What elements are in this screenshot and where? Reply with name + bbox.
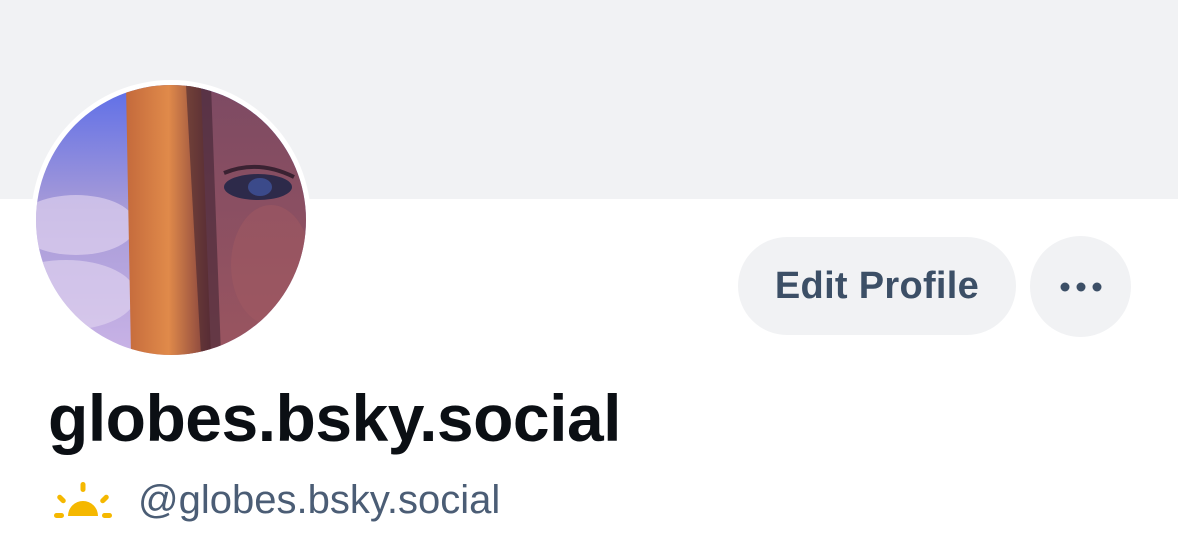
profile-header: Edit Profile globes.bsky.social @globes.… xyxy=(0,0,1178,549)
ellipsis-icon xyxy=(1060,282,1101,291)
handle-row: @globes.bsky.social xyxy=(50,472,500,528)
avatar[interactable] xyxy=(36,85,306,355)
edit-profile-label: Edit Profile xyxy=(774,264,980,307)
edit-profile-button[interactable]: Edit Profile xyxy=(738,237,1016,335)
display-name: globes.bsky.social xyxy=(48,381,622,455)
more-options-button[interactable] xyxy=(1030,236,1131,337)
profile-handle: @globes.bsky.social xyxy=(138,477,501,522)
sunrise-icon xyxy=(54,482,112,518)
